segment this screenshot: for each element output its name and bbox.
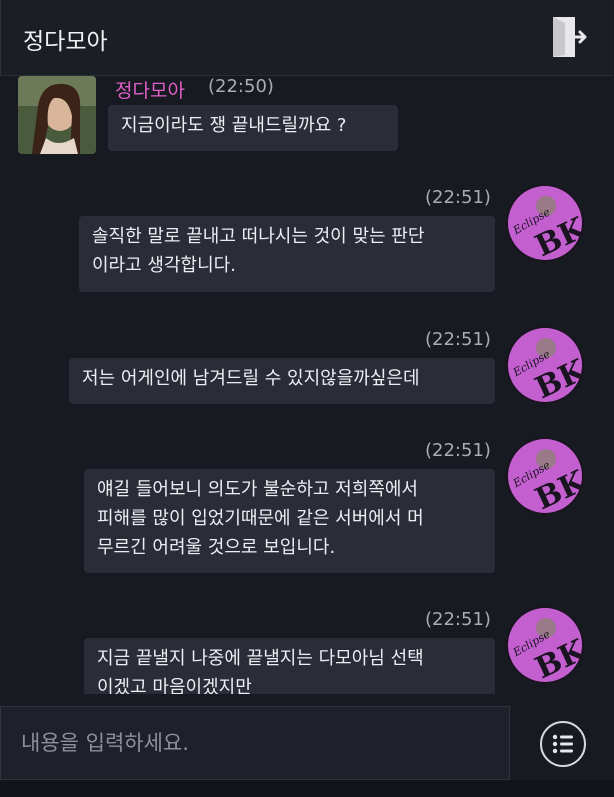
message-time: (22:51) [425,440,491,461]
message-bubble[interactable]: 지금 끝낼지 나중에 끝낼지는 다모아님 선택 이겠고 마음이겠지만 [84,638,495,694]
message-time: (22:51) [425,609,491,630]
message-bubble[interactable]: 솔직한 말로 끝내고 떠나시는 것이 맞는 판단 이라고 생각합니다. [79,216,495,292]
message-outgoing: (22:51) 얘길 들어보니 의도가 불순하고 저희쪽에서 피해를 많이 입었… [0,437,614,587]
chat-title: 정다모아 [23,29,108,55]
message-bubble[interactable]: 얘길 들어보니 의도가 불순하고 저희쪽에서 피해를 많이 입었기때문에 같은 … [84,469,495,573]
message-time: (22:51) [425,329,491,350]
character-portrait-avatar[interactable] [18,76,96,154]
message-input[interactable] [1,707,509,779]
message-time: (22:51) [425,187,491,208]
eclipse-bk-avatar[interactable]: Eclipse BK [506,606,584,684]
message-bubble[interactable]: 지금이라도 쟁 끝내드릴까요 ? [108,105,398,151]
eclipse-bk-avatar[interactable]: Eclipse BK [506,437,584,515]
bottom-strip [0,780,614,797]
chat-window: 정다모아 정다모아 (22:50) 지금이라도 쟁 끝내드릴까요 ? (22:5… [0,0,614,797]
list-menu-icon[interactable] [540,721,586,767]
exit-door-icon[interactable] [549,15,589,59]
message-outgoing: (22:51) 솔직한 말로 끝내고 떠나시는 것이 맞는 판단 이라고 생각합… [0,184,614,304]
message-time: (22:50) [208,76,274,97]
message-outgoing: (22:51) 저는 어게인에 남겨드릴 수 있지않을까싶은데 Eclipse B… [0,326,614,416]
message-bubble[interactable]: 저는 어게인에 남겨드릴 수 있지않을까싶은데 [69,358,495,404]
eclipse-bk-avatar[interactable]: Eclipse BK [506,326,584,404]
chat-header: 정다모아 [0,0,613,76]
message-list[interactable]: 정다모아 (22:50) 지금이라도 쟁 끝내드릴까요 ? (22:51) 솔직… [0,76,614,694]
message-outgoing: (22:51) 지금 끝낼지 나중에 끝낼지는 다모아님 선택 이겠고 마음이겠… [0,606,614,694]
message-input-bar [0,706,510,780]
eclipse-bk-avatar[interactable]: Eclipse BK [506,184,584,262]
sender-name: 정다모아 [115,80,185,102]
message-incoming: 정다모아 (22:50) 지금이라도 쟁 끝내드릴까요 ? [0,76,614,156]
